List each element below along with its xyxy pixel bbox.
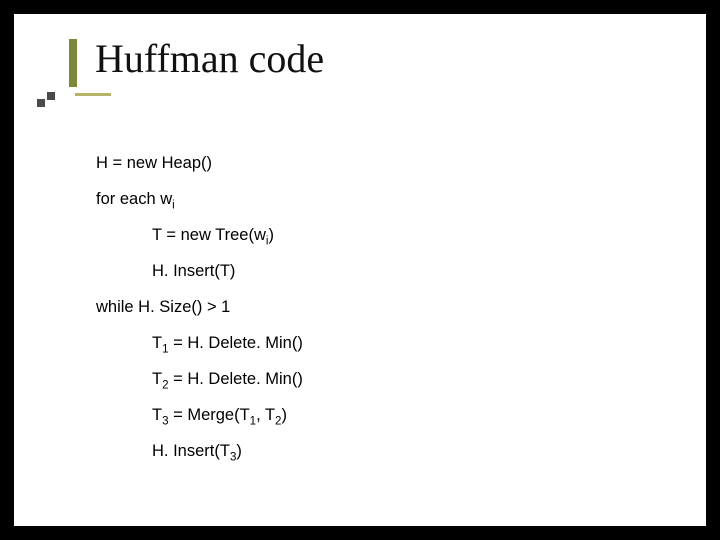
code-line: T1 = H. Delete. Min() [152, 334, 656, 353]
code-text: ) [268, 226, 274, 244]
code-text: T = new Tree(w [152, 226, 266, 244]
code-line: H. Insert(T) [152, 262, 656, 281]
code-text: H. Insert(T) [152, 262, 235, 280]
code-text: T [152, 334, 162, 352]
subscript: i [172, 199, 175, 211]
code-text: = H. Delete. Min() [169, 334, 303, 352]
code-text: ) [281, 406, 287, 424]
code-text: , T [256, 406, 275, 424]
code-text: H = new Heap() [96, 154, 212, 172]
accent-square-icon [47, 92, 55, 100]
accent-square-icon [37, 99, 45, 107]
code-line: H = new Heap() [96, 154, 656, 173]
code-text: H. Insert(T [152, 442, 230, 460]
code-text: = Merge(T [169, 406, 250, 424]
slide-title: Huffman code [95, 35, 324, 82]
code-line: T = new Tree(wi) [152, 226, 656, 245]
code-line: H. Insert(T3) [152, 442, 656, 461]
code-line: T2 = H. Delete. Min() [152, 370, 656, 389]
code-text: for each w [96, 190, 172, 208]
code-line: while H. Size() > 1 [96, 298, 656, 317]
accent-line-icon [75, 93, 111, 96]
code-text: = H. Delete. Min() [169, 370, 303, 388]
code-text: T [152, 406, 162, 424]
code-line: for each wi [96, 190, 656, 209]
code-text: ) [236, 442, 242, 460]
code-text: while H. Size() > 1 [96, 298, 230, 316]
pseudocode-body: H = new Heap() for each wi T = new Tree(… [96, 154, 656, 478]
slide: Huffman code H = new Heap() for each wi … [14, 14, 706, 526]
code-line: T3 = Merge(T1, T2) [152, 406, 656, 425]
accent-bar-icon [69, 39, 77, 87]
code-text: T [152, 370, 162, 388]
